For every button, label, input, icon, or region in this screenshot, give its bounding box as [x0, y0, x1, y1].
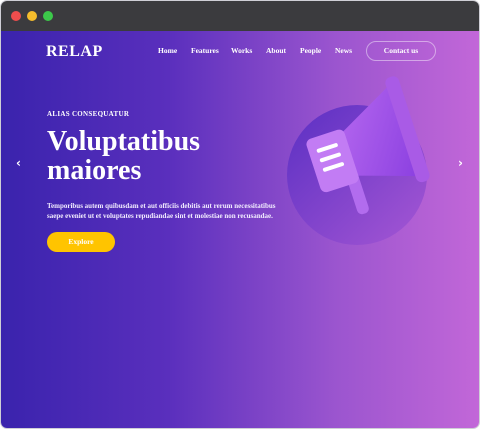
megaphone-icon: [287, 76, 430, 245]
nav-item-home[interactable]: Home: [158, 46, 177, 55]
browser-titlebar: [1, 1, 479, 31]
hero-eyebrow: ALIAS CONSEQUATUR: [47, 110, 130, 118]
close-window-button[interactable]: [11, 11, 21, 21]
nav-item-about[interactable]: About: [266, 46, 286, 55]
explore-button[interactable]: Explore: [47, 232, 115, 252]
nav-item-news[interactable]: News: [335, 46, 352, 55]
nav-item-features[interactable]: Features: [191, 46, 219, 55]
hero-section: RELAP Home Features Works About People N…: [1, 31, 479, 428]
nav-item-people[interactable]: People: [300, 46, 321, 55]
chevron-left-icon[interactable]: ‹: [16, 156, 21, 170]
hero-title: Voluptatibus maiores: [47, 126, 201, 186]
maximize-window-button[interactable]: [43, 11, 53, 21]
nav-item-works[interactable]: Works: [231, 46, 252, 55]
contact-button[interactable]: Contact us: [366, 41, 436, 61]
hero-description: Temporibus autem quibusdam et aut offici…: [47, 202, 276, 220]
minimize-window-button[interactable]: [27, 11, 37, 21]
browser-window: RELAP Home Features Works About People N…: [1, 1, 479, 428]
logo[interactable]: RELAP: [46, 43, 103, 61]
chevron-right-icon[interactable]: ›: [458, 156, 463, 170]
